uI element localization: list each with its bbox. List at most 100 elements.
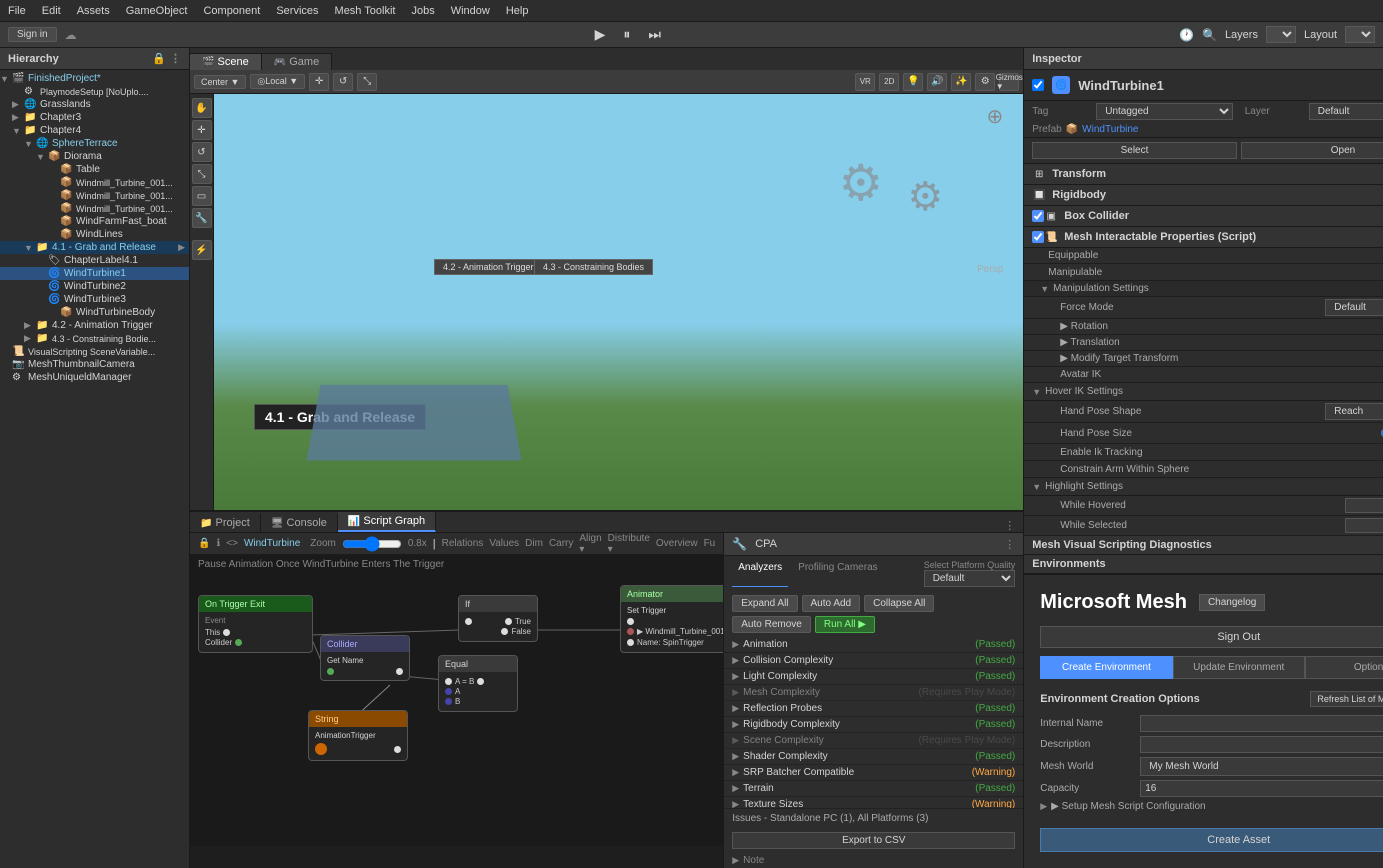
modify-target-field[interactable]: ▶ Modify Target Transform	[1024, 351, 1383, 367]
list-item[interactable]: ▼ 🌐 SphereTerrace	[0, 137, 189, 150]
cpa-row-terrain[interactable]: ▶ Terrain (Passed)	[724, 781, 1023, 797]
open-button[interactable]: Open	[1241, 142, 1383, 159]
fu-label[interactable]: Fu	[704, 538, 716, 549]
list-item[interactable]: 📦 Table	[0, 163, 189, 176]
align-dropdown[interactable]: Align ▾	[579, 533, 601, 555]
while-selected-input[interactable]	[1345, 518, 1383, 533]
menu-services[interactable]: Services	[276, 5, 318, 17]
list-item[interactable]: ▶ 🌐 Grasslands	[0, 98, 189, 111]
rigidbody-component-header[interactable]: 🔲 Rigidbody ⚙ ? ⋮	[1024, 185, 1383, 206]
move-tool-btn[interactable]: ✛	[192, 120, 212, 140]
custom-tool-btn[interactable]: 🔧	[192, 208, 212, 228]
hierarchy-menu-icon[interactable]: ⋮	[170, 52, 181, 65]
internal-name-input[interactable]	[1140, 715, 1383, 732]
collapse-all-button[interactable]: Collapse All	[864, 595, 934, 612]
menu-gameobject[interactable]: GameObject	[126, 5, 188, 17]
vr-icon[interactable]: VR	[855, 73, 875, 91]
cpa-menu-icon[interactable]: ⋮	[1004, 538, 1015, 551]
tab-script-graph[interactable]: 📊 Script Graph	[338, 512, 436, 532]
object-enabled-checkbox[interactable]	[1032, 79, 1044, 91]
move-tool[interactable]: ✛	[309, 73, 329, 91]
highlight-settings-header[interactable]: ▼ Highlight Settings	[1024, 478, 1383, 496]
tab-create-environment[interactable]: Create Environment	[1040, 656, 1172, 679]
tab-update-environment[interactable]: Update Environment	[1173, 656, 1305, 679]
node-animator-set-trigger[interactable]: Animator Set Trigger	[620, 585, 723, 653]
list-item[interactable]: ⚙ PlaymodeSetup [NoUplo....	[0, 85, 189, 98]
list-item[interactable]: 🌀 WindTurbine3	[0, 293, 189, 306]
node-if[interactable]: If True	[458, 595, 538, 642]
hierarchy-lock-icon[interactable]: 🔒	[152, 52, 166, 65]
list-item[interactable]: 🌀 WindTurbine1	[0, 267, 189, 280]
tab-profiling-cameras[interactable]: Profiling Cameras	[792, 560, 883, 587]
setup-mesh-script-row[interactable]: ▶ ▶ Setup Mesh Script Configuration	[1040, 801, 1383, 812]
list-item[interactable]: ▶ 📁 4.2 - Animation Trigger	[0, 319, 189, 332]
tag-select[interactable]: Untagged	[1096, 103, 1233, 120]
box-collider-enabled[interactable]	[1032, 210, 1044, 222]
node-on-trigger-exit[interactable]: On Trigger Exit Event This	[198, 595, 313, 653]
changelog-button[interactable]: Changelog	[1199, 594, 1265, 611]
cpa-row-rigidbody[interactable]: ▶ Rigidbody Complexity (Passed)	[724, 717, 1023, 733]
list-item[interactable]: 🌀 WindTurbine2	[0, 280, 189, 293]
list-item[interactable]: 📷 MeshThumbnailCamera	[0, 358, 189, 371]
hover-ik-header[interactable]: ▼ Hover IK Settings	[1024, 383, 1383, 401]
list-item[interactable]: 🏷 ChapterLabel4.1	[0, 254, 189, 267]
scale-tool-btn[interactable]: ⤡	[192, 164, 212, 184]
scale-tool[interactable]: ⤡	[357, 73, 377, 91]
cpa-row-mesh[interactable]: ▶ Mesh Complexity (Requires Play Mode)	[724, 685, 1023, 701]
node-string-animation[interactable]: String AnimationTrigger	[308, 710, 408, 761]
select-button[interactable]: Select	[1032, 142, 1237, 159]
tab-analyzers[interactable]: Analyzers	[732, 560, 788, 587]
auto-remove-button[interactable]: Auto Remove	[732, 616, 811, 633]
2d-toggle[interactable]: 2D	[879, 73, 899, 91]
pause-button[interactable]: ⏸	[617, 26, 636, 43]
step-button[interactable]: ⏭	[642, 26, 667, 43]
light-icon[interactable]: 💡	[903, 73, 923, 91]
cpa-row-light[interactable]: ▶ Light Complexity (Passed)	[724, 669, 1023, 685]
create-asset-button[interactable]: Create Asset	[1040, 828, 1383, 852]
scene-settings[interactable]: ⚙	[975, 73, 995, 91]
auto-add-button[interactable]: Auto Add	[802, 595, 861, 612]
tab-console[interactable]: 🖥 Console	[261, 514, 338, 532]
list-item[interactable]: 📦 WindTurbineBody	[0, 306, 189, 319]
mesh-visual-scripting-header[interactable]: Mesh Visual Scripting Diagnostics ⋮	[1024, 536, 1383, 555]
list-item[interactable]: 📦 WindLines	[0, 228, 189, 241]
distribute-dropdown[interactable]: Distribute ▾	[608, 533, 650, 555]
list-item[interactable]: ⚙ MeshUniqueldManager	[0, 371, 189, 384]
rect-tool-btn[interactable]: ▭	[192, 186, 212, 206]
fx-icon[interactable]: ✨	[951, 73, 971, 91]
local-dropdown[interactable]: ◎Local ▼	[250, 74, 305, 89]
cpa-row-scene[interactable]: ▶ Scene Complexity (Requires Play Mode)	[724, 733, 1023, 749]
while-hovered-input[interactable]	[1345, 498, 1383, 513]
gizmos-btn[interactable]: Gizmos ▼	[999, 73, 1019, 91]
list-item[interactable]: 📜 VisualScripting SceneVariable...	[0, 345, 189, 358]
list-item[interactable]: ▶ 📁 Chapter3	[0, 111, 189, 124]
mesh-interactable-enabled[interactable]	[1032, 231, 1044, 243]
menu-file[interactable]: File	[8, 5, 26, 17]
run-all-button[interactable]: Run All ▶	[815, 616, 875, 633]
menu-assets[interactable]: Assets	[77, 5, 110, 17]
expand-all-button[interactable]: Expand All	[732, 595, 797, 612]
tab-project[interactable]: 📁 Project	[190, 514, 261, 532]
layers-dropdown[interactable]	[1266, 26, 1296, 43]
cpa-row-shader[interactable]: ▶ Shader Complexity (Passed)	[724, 749, 1023, 765]
menu-help[interactable]: Help	[506, 5, 529, 17]
menu-mesh-toolkit[interactable]: Mesh Toolkit	[335, 5, 396, 17]
mesh-interactable-header[interactable]: 📜 Mesh Interactable Properties (Script) …	[1024, 227, 1383, 248]
export-csv-button[interactable]: Export to CSV	[732, 832, 1015, 849]
list-item[interactable]: ▼ 📦 Diorama	[0, 150, 189, 163]
list-item[interactable]: ▼ 🎬 FinishedProject*	[0, 72, 189, 85]
hand-tool[interactable]: ✋	[192, 98, 212, 118]
layer-select[interactable]: Default	[1309, 103, 1383, 120]
layout-dropdown[interactable]	[1345, 26, 1375, 43]
center-dropdown[interactable]: Center ▼	[194, 75, 246, 89]
list-item[interactable]: ▼ 📁 4.1 - Grab and Release ▶	[0, 241, 189, 254]
bottom-menu-icon[interactable]: ⋮	[1004, 519, 1015, 532]
refresh-list-button[interactable]: Refresh List of Mesh Worlds	[1310, 691, 1383, 707]
list-item[interactable]: 📦 Windmill_Turbine_001...	[0, 202, 189, 215]
box-collider-component-header[interactable]: ▣ Box Collider ⚙ ? ⋮	[1024, 206, 1383, 227]
rotate-tool-btn[interactable]: ↺	[192, 142, 212, 162]
overlay-constraining-bodies[interactable]: 4.3 - Constraining Bodies	[534, 259, 653, 275]
zoom-slider[interactable]	[342, 538, 402, 550]
sign-out-button[interactable]: Sign Out	[1040, 626, 1383, 648]
capacity-input[interactable]	[1140, 780, 1383, 797]
